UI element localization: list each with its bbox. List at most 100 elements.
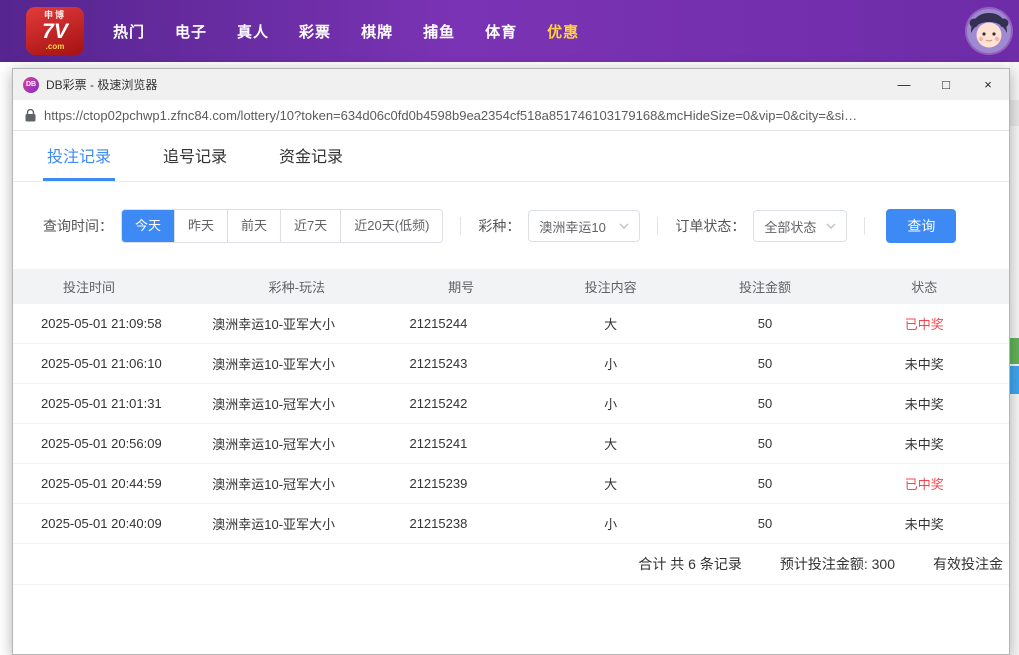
minimize-button[interactable]: —	[883, 69, 925, 100]
cell-content: 大	[604, 477, 618, 492]
background-fragment	[1009, 100, 1019, 126]
column-header-issue: 期号	[448, 280, 475, 295]
top-nav-items: 热门 电子 真人 彩票 棋牌 捕鱼 体育 优惠	[98, 11, 594, 52]
cell-content: 大	[604, 437, 618, 452]
divider	[460, 217, 462, 235]
window-title: DB彩票 - 极速浏览器	[46, 78, 158, 92]
cell-content: 小	[604, 357, 618, 372]
cell-content: 小	[604, 517, 618, 532]
nav-item-board-games[interactable]: 棋牌	[346, 11, 408, 52]
status-select-value: 全部状态	[764, 219, 817, 235]
cell-time: 2025-05-01 20:56:09	[41, 436, 162, 451]
cell-amount: 50	[757, 396, 773, 411]
cell-time: 2025-05-01 20:44:59	[41, 476, 162, 491]
browser-address-bar[interactable]: https://ctop02pchwp1.zfnc84.com/lottery/…	[13, 100, 1009, 131]
cell-content: 小	[604, 397, 618, 412]
background-fragment	[1009, 366, 1019, 394]
cell-status: 未中奖	[904, 517, 944, 532]
site-top-bar: 申博 7V .com 热门 电子 真人 彩票 棋牌 捕鱼 体育 优惠	[0, 0, 1019, 62]
cell-game: 澳洲幸运10-亚军大小	[212, 357, 336, 372]
cell-issue: 21215241	[409, 436, 468, 451]
table-row: 2025-05-01 21:06:10 澳洲幸运10-亚军大小 21215243 小 5…	[13, 344, 1009, 384]
time-option-day-before[interactable]: 前天	[227, 210, 281, 242]
window-titlebar[interactable]: DB DB彩票 - 极速浏览器 — □ ×	[13, 69, 1009, 100]
nav-item-live[interactable]: 真人	[222, 11, 284, 52]
cell-issue: 21215244	[409, 316, 468, 331]
logo-brand-suffix: .com	[45, 42, 65, 51]
column-header-content: 投注内容	[584, 280, 637, 295]
record-tabs: 投注记录 追号记录 资金记录	[13, 131, 1009, 182]
tab-bet-records[interactable]: 投注记录	[43, 131, 116, 181]
order-status-select[interactable]: 全部状态	[753, 210, 848, 242]
chevron-down-icon	[826, 223, 836, 229]
nav-item-fishing[interactable]: 捕鱼	[408, 11, 470, 52]
user-avatar-image	[967, 9, 1011, 53]
cell-game: 澳洲幸运10-亚军大小	[212, 317, 336, 332]
chevron-down-icon	[619, 223, 629, 229]
time-option-yesterday[interactable]: 昨天	[174, 210, 228, 242]
logo-brand-main: 7V	[42, 20, 68, 43]
time-option-last-20-days[interactable]: 近20天(低频)	[340, 210, 443, 242]
table-header: 投注时间 彩种-玩法 期号 投注内容 投注金额 状态	[13, 269, 1009, 304]
cell-status: 未中奖	[904, 357, 944, 372]
cell-issue: 21215243	[409, 356, 468, 371]
summary-expected-amount: 预计投注金额: 300	[779, 556, 895, 572]
tab-chase-records[interactable]: 追号记录	[159, 131, 231, 181]
maximize-button[interactable]: □	[925, 69, 967, 100]
user-avatar[interactable]	[967, 9, 1011, 53]
time-filter-group: 今天 昨天 前天 近7天 近20天(低频)	[121, 209, 444, 243]
window-controls: — □ ×	[883, 69, 1009, 100]
table-row: 2025-05-01 20:44:59 澳洲幸运10-冠军大小 21215239 大 5…	[13, 464, 1009, 504]
summary-total: 合计 共 6 条记录	[638, 556, 742, 572]
cell-game: 澳洲幸运10-冠军大小	[212, 397, 336, 412]
divider	[657, 217, 659, 235]
site-logo[interactable]: 申博 7V .com	[26, 7, 84, 55]
tab-fund-records[interactable]: 资金记录	[275, 131, 347, 181]
table-row: 2025-05-01 20:56:09 澳洲幸运10-冠军大小 21215241 大 5…	[13, 424, 1009, 464]
table-row: 2025-05-01 21:01:31 澳洲幸运10-冠军大小 21215242 小 5…	[13, 384, 1009, 424]
lottery-filter-label: 彩种：	[478, 218, 521, 234]
cell-issue: 21215239	[409, 476, 468, 491]
cell-time: 2025-05-01 21:06:10	[41, 356, 162, 371]
search-button[interactable]: 查询	[886, 209, 957, 243]
nav-item-sports[interactable]: 体育	[470, 11, 532, 52]
cell-status: 已中奖	[904, 317, 944, 332]
browser-window: DB DB彩票 - 极速浏览器 — □ × https://ctop02pchw…	[12, 68, 1010, 655]
summary-row: 合计 共 6 条记录 预计投注金额: 300 有效投注金	[13, 544, 1009, 585]
time-option-last-7-days[interactable]: 近7天	[280, 210, 341, 242]
table-row: 2025-05-01 20:40:09 澳洲幸运10-亚军大小 21215238 小 5…	[13, 504, 1009, 544]
cell-status: 已中奖	[904, 477, 944, 492]
lock-icon	[25, 108, 36, 121]
cell-time: 2025-05-01 21:09:58	[41, 316, 162, 331]
nav-item-lottery[interactable]: 彩票	[284, 11, 346, 52]
cell-content: 大	[604, 317, 618, 332]
column-header-status: 状态	[911, 280, 938, 295]
logo-brand-top: 申博	[43, 10, 66, 20]
cell-game: 澳洲幸运10-冠军大小	[212, 437, 336, 452]
cell-time: 2025-05-01 21:01:31	[41, 396, 162, 411]
nav-item-hot[interactable]: 热门	[98, 11, 160, 52]
cell-game: 澳洲幸运10-冠军大小	[212, 477, 336, 492]
cell-amount: 50	[757, 316, 773, 331]
cell-amount: 50	[757, 356, 773, 371]
nav-item-promotions[interactable]: 优惠	[532, 11, 594, 52]
lottery-select-value: 澳洲幸运10	[539, 219, 606, 235]
status-filter-label: 订单状态：	[675, 218, 746, 234]
cell-amount: 50	[757, 436, 773, 451]
cell-status: 未中奖	[904, 437, 944, 452]
table-row: 2025-05-01 21:09:58 澳洲幸运10-亚军大小 21215244 大 5…	[13, 304, 1009, 344]
cell-time: 2025-05-01 20:40:09	[41, 516, 162, 531]
background-fragment	[1009, 338, 1019, 364]
summary-valid-amount: 有效投注金	[933, 556, 1003, 572]
lottery-select[interactable]: 澳洲幸运10	[528, 210, 641, 242]
url-text: https://ctop02pchwp1.zfnc84.com/lottery/…	[44, 107, 858, 123]
column-header-amount: 投注金额	[738, 280, 791, 295]
cell-status: 未中奖	[904, 397, 944, 412]
background-page-strip	[1009, 62, 1019, 655]
cell-issue: 21215242	[409, 396, 468, 411]
time-option-today[interactable]: 今天	[122, 210, 175, 242]
nav-item-slots[interactable]: 电子	[160, 11, 222, 52]
browser-favicon-icon: DB	[23, 76, 39, 93]
close-button[interactable]: ×	[967, 69, 1009, 100]
divider	[864, 217, 866, 235]
